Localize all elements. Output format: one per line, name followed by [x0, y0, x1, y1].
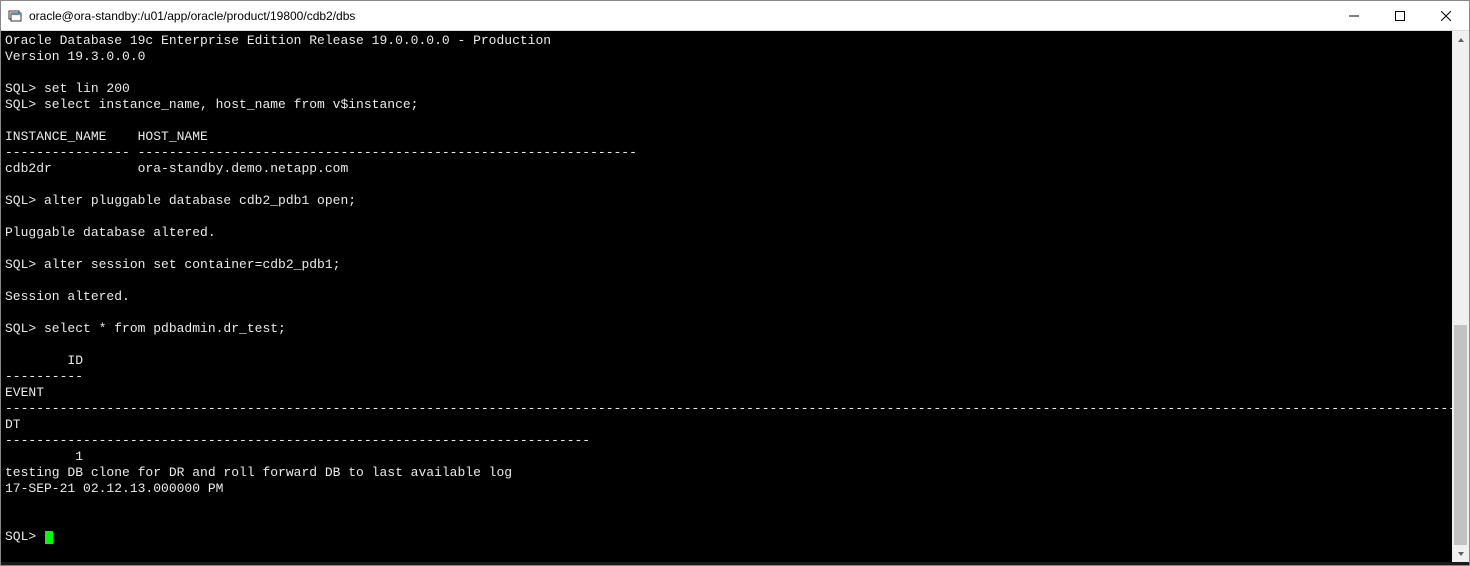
- terminal-output[interactable]: Oracle Database 19c Enterprise Edition R…: [1, 31, 1452, 562]
- scroll-up-arrow[interactable]: [1452, 31, 1469, 48]
- titlebar[interactable]: oracle@ora-standby:/u01/app/oracle/produ…: [1, 1, 1469, 31]
- minimize-button[interactable]: [1331, 1, 1377, 30]
- cursor-block: [45, 531, 53, 544]
- window-controls: [1331, 1, 1469, 30]
- app-icon: [7, 8, 23, 24]
- scroll-track[interactable]: [1452, 48, 1469, 545]
- maximize-button[interactable]: [1377, 1, 1423, 30]
- application-window: oracle@ora-standby:/u01/app/oracle/produ…: [0, 0, 1470, 566]
- window-title: oracle@ora-standby:/u01/app/oracle/produ…: [29, 9, 1331, 23]
- terminal-area: Oracle Database 19c Enterprise Edition R…: [1, 31, 1469, 562]
- close-button[interactable]: [1423, 1, 1469, 30]
- vertical-scrollbar[interactable]: [1452, 31, 1469, 562]
- scroll-thumb[interactable]: [1454, 325, 1467, 545]
- scroll-down-arrow[interactable]: [1452, 545, 1469, 562]
- bottom-edge: [1, 562, 1469, 565]
